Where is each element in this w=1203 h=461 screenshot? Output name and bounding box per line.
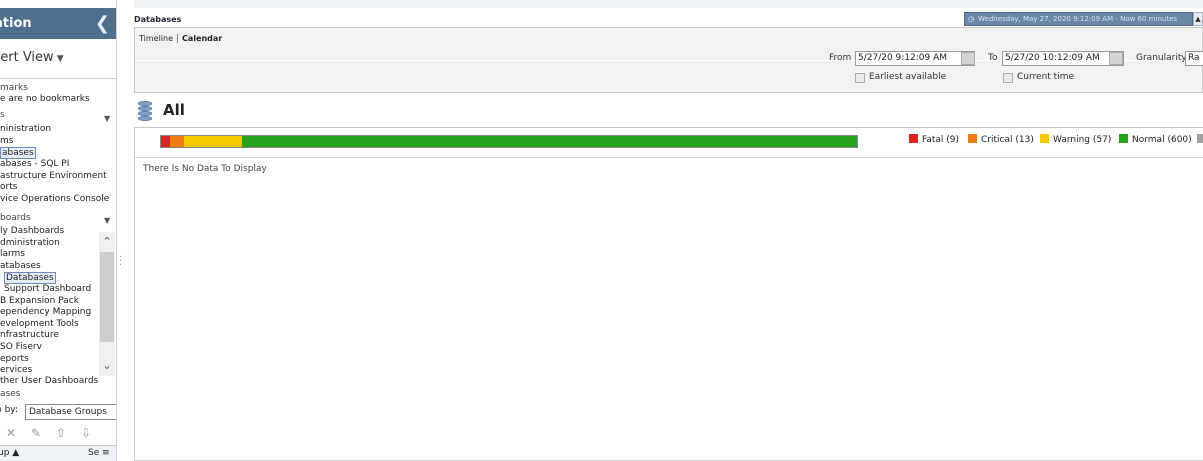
status-bar-segment-warning[interactable] xyxy=(183,136,242,147)
navigation-header: ation ❮ xyxy=(0,8,116,39)
tab-calendar[interactable]: Calendar xyxy=(177,34,226,43)
to-date-field[interactable]: 5/27/20 10:12:09 AM xyxy=(1002,51,1124,66)
sidebar-item-databases-sql-pi[interactable]: abases - SQL PI xyxy=(0,159,69,169)
delete-icon[interactable]: ✕ xyxy=(6,426,16,440)
arrow-up-icon[interactable]: ⇧ xyxy=(56,426,66,440)
normal-swatch xyxy=(1119,134,1128,143)
edit-icon[interactable]: ✎ xyxy=(31,426,41,440)
triangle-up-icon[interactable]: ▲ xyxy=(1193,12,1203,26)
legend-fatal[interactable]: Fatal (9) xyxy=(909,134,959,145)
grip-icon: · · · xyxy=(119,252,123,271)
fatal-swatch xyxy=(909,134,918,143)
group-by-value: Database Groups xyxy=(29,407,107,417)
top-strip xyxy=(134,0,1203,8)
dashboard-item-databases-selected[interactable]: Databases xyxy=(4,272,56,284)
sidebar-item-databases[interactable]: abases xyxy=(0,147,36,159)
list-column-header: up ▲ Se ≡ xyxy=(0,445,116,461)
bookmarks-empty: e are no bookmarks xyxy=(0,94,90,104)
scrollbar-thumb[interactable] xyxy=(100,252,114,342)
tab-timeline[interactable]: Timeline xyxy=(139,34,177,43)
sidebar-item-service-operations-console[interactable]: vice Operations Console xyxy=(0,194,109,204)
panel-splitter[interactable]: · · · xyxy=(117,0,134,461)
navigation-sidebar: ation ❮ pert View▼ marks e are no bookma… xyxy=(0,0,117,461)
from-date-field[interactable]: 5/27/20 9:12:09 AM xyxy=(855,51,975,66)
dashboard-item[interactable]: larms xyxy=(0,249,25,259)
dashboards-scrollbar[interactable]: ⌃ ⌄ xyxy=(99,232,115,376)
status-bar-segment-critical[interactable] xyxy=(170,136,184,147)
collapse-triangle-icon[interactable]: ▼ xyxy=(104,216,110,225)
time-range-text: Wednesday, May 27, 2020 9:12:09 AM - Now… xyxy=(978,15,1178,23)
earliest-available-checkbox[interactable] xyxy=(855,73,865,83)
time-tabs: Timeline Calendar xyxy=(139,34,226,43)
chevron-up-icon[interactable]: ⌃ xyxy=(101,235,113,249)
dashboard-item[interactable]: SO Fiserv xyxy=(0,342,42,352)
legend-overflow[interactable] xyxy=(1197,134,1203,145)
app-root: ation ❮ pert View▼ marks e are no bookma… xyxy=(0,0,1203,461)
sidebar-item-reports[interactable]: orts xyxy=(0,182,17,192)
column-group[interactable]: up ▲ xyxy=(0,446,19,460)
column-severity[interactable]: Se ≡ xyxy=(88,446,110,460)
legend-critical[interactable]: Critical (13) xyxy=(968,134,1034,145)
legend-warning[interactable]: Warning (57) xyxy=(1040,134,1111,145)
section-title: All xyxy=(163,101,185,119)
dashboard-item[interactable]: ependency Mapping xyxy=(0,307,91,317)
dashboard-item[interactable]: eports xyxy=(0,354,29,364)
dashboard-item[interactable]: ly Dashboards xyxy=(0,226,64,236)
view-selector-label: pert View xyxy=(0,50,54,65)
status-bar[interactable] xyxy=(160,135,858,148)
caret-down-icon: ▼ xyxy=(56,54,64,64)
list-toolbar: ✕ ✎ ⇧ ⇩ xyxy=(0,426,116,442)
dashboard-item[interactable]: dministration xyxy=(0,238,60,248)
status-bar-segment-normal[interactable] xyxy=(241,136,857,147)
warning-swatch xyxy=(1040,134,1049,143)
bookmarks-header: marks xyxy=(0,83,28,93)
calendar-icon[interactable] xyxy=(1109,52,1123,65)
dashboard-item[interactable]: ervices xyxy=(0,365,32,375)
arrow-down-icon[interactable]: ⇩ xyxy=(81,426,91,440)
critical-swatch xyxy=(968,134,977,143)
current-time-checkbox[interactable] xyxy=(1003,73,1013,83)
overflow-swatch xyxy=(1197,134,1203,143)
divider xyxy=(135,157,1203,158)
sidebar-item-administration[interactable]: ninistration xyxy=(0,124,51,134)
databases-header: ases xyxy=(0,389,21,399)
current-time-label: Current time xyxy=(1017,72,1074,82)
collapse-triangle-icon[interactable]: ▼ xyxy=(104,114,110,123)
dashboard-item[interactable]: atabases xyxy=(0,261,41,271)
sidebar-item-alarms[interactable]: ms xyxy=(0,136,13,146)
divider xyxy=(0,78,116,79)
chevron-left-icon[interactable]: ❮ xyxy=(95,8,110,39)
time-range-panel: Timeline Calendar From 5/27/20 9:12:09 AM… xyxy=(134,27,1203,93)
from-label: From xyxy=(829,53,852,63)
dashboard-item[interactable]: ther User Dashboards xyxy=(0,376,98,383)
earliest-available-label: Earliest available xyxy=(869,72,947,82)
clock-icon: ◷ xyxy=(968,15,975,23)
granularity-label: Granularity xyxy=(1136,53,1187,63)
time-range-selector[interactable]: ◷ Wednesday, May 27, 2020 9:12:09 AM - N… xyxy=(964,12,1193,26)
group-by-label: p by: xyxy=(0,405,18,415)
database-icon xyxy=(135,100,155,122)
dashboard-item[interactable]: nfrastructure xyxy=(0,330,59,340)
dashboards-header: boards xyxy=(0,213,31,223)
no-data-message: There Is No Data To Display xyxy=(143,164,267,174)
dashboard-item[interactable]: B Expansion Pack xyxy=(0,296,79,306)
to-label: To xyxy=(988,53,998,63)
dashboard-item[interactable]: evelopment Tools xyxy=(0,319,79,329)
granularity-select[interactable]: Ra xyxy=(1185,51,1203,66)
legend-normal[interactable]: Normal (600) xyxy=(1119,134,1192,145)
status-panel: Fatal (9) Critical (13) Warning (57) Nor… xyxy=(134,127,1203,461)
page-title: Databases xyxy=(134,15,182,24)
calendar-icon[interactable] xyxy=(961,52,975,65)
dashboard-item[interactable]: Support Dashboard xyxy=(4,284,91,294)
view-selector[interactable]: pert View▼ xyxy=(0,50,64,65)
chevron-down-icon[interactable]: ⌄ xyxy=(101,359,113,373)
main-content: Databases ◷ Wednesday, May 27, 2020 9:12… xyxy=(134,0,1203,461)
pages-header: s xyxy=(0,110,5,120)
status-bar-segment-fatal[interactable] xyxy=(161,136,171,147)
sidebar-item-infrastructure-environment[interactable]: astructure Environment xyxy=(0,171,107,181)
navigation-header-title: ation xyxy=(0,16,32,31)
group-by-select[interactable]: Database Groups xyxy=(25,404,116,420)
